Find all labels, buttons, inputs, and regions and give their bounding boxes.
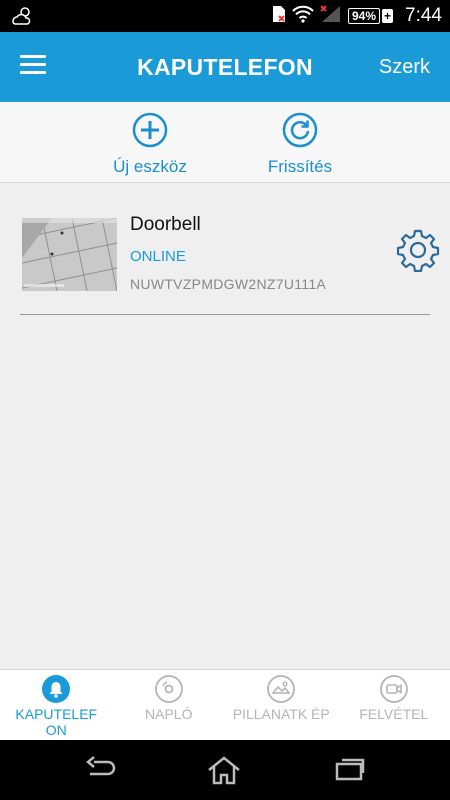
status-bar: 94% + 7:44 xyxy=(0,0,450,32)
system-nav-bar xyxy=(0,740,450,800)
refresh-icon xyxy=(282,112,318,152)
tab-kaputelefon[interactable]: KAPUTELEF ON xyxy=(0,670,113,741)
tab-label: KAPUTELEF ON xyxy=(15,706,98,738)
device-name: Doorbell xyxy=(130,214,201,235)
recent-apps-icon[interactable] xyxy=(334,756,366,787)
app-bar: KAPUTELEFON Szerk xyxy=(0,32,450,102)
back-icon[interactable] xyxy=(84,756,118,787)
edit-button[interactable]: Szerk xyxy=(379,56,430,79)
gear-icon[interactable] xyxy=(396,228,440,273)
tab-label: NAPLÓ xyxy=(145,706,193,722)
weather-cloud-icon xyxy=(10,5,34,30)
device-list-item[interactable]: Doorbell ONLINE NUWTVZPMDGW2NZ7U111A xyxy=(20,200,440,315)
wifi-icon xyxy=(292,5,314,28)
new-device-label: Új eszköz xyxy=(113,157,187,176)
bell-icon xyxy=(41,674,71,709)
signal-icon xyxy=(320,4,342,29)
status-clock: 7:44 xyxy=(405,5,442,26)
tab-label: PILLANATK ÉP xyxy=(232,706,330,722)
tab-label: FELVÉTEL xyxy=(359,706,429,722)
charging-indicator: + xyxy=(382,9,394,23)
device-id: NUWTVZPMDGW2NZ7U111A xyxy=(130,276,327,292)
battery-percent: 94% xyxy=(347,8,380,24)
tab-naplo[interactable]: NAPLÓ xyxy=(113,670,226,741)
sim-icon xyxy=(272,5,286,28)
plus-circle-icon xyxy=(132,112,168,152)
tab-felvetel[interactable]: FELVÉTEL xyxy=(338,670,450,741)
tab-pillanatkep[interactable]: PILLANATK ÉP xyxy=(225,670,338,741)
battery-icon: 94% + xyxy=(347,8,394,24)
home-icon[interactable] xyxy=(206,756,242,791)
refresh-button[interactable]: Frissítés xyxy=(255,112,345,177)
video-icon xyxy=(379,674,409,709)
disc-icon xyxy=(154,674,184,709)
device-thumbnail xyxy=(22,218,117,291)
action-bar: Új eszköz Frissítés xyxy=(0,102,450,183)
new-device-button[interactable]: Új eszköz xyxy=(105,112,195,177)
image-icon xyxy=(266,674,296,709)
bottom-tab-bar: KAPUTELEF ON NAPLÓ PILLANATK ÉP FELVÉTEL xyxy=(0,669,450,741)
device-status: ONLINE xyxy=(130,248,186,265)
refresh-label: Frissítés xyxy=(267,157,333,176)
